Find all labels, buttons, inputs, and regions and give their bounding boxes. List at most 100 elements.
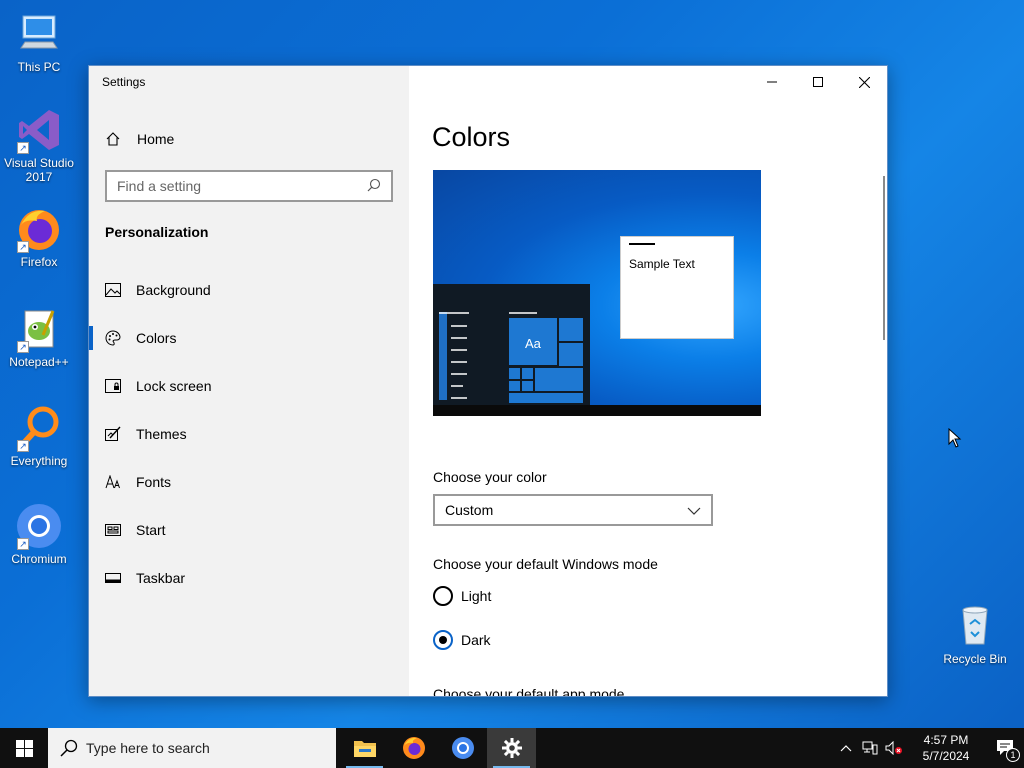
preview-sample-window: Sample Text	[620, 236, 734, 339]
radio-light-mode[interactable]: Light	[433, 586, 491, 606]
windows-logo-icon	[15, 739, 33, 757]
nav-item-label: Background	[136, 282, 211, 298]
preview-start-menu: Aa	[433, 284, 590, 405]
shortcut-arrow-icon: ↗	[17, 241, 29, 253]
volume-muted-icon	[885, 741, 902, 755]
desktop-icon-notepadpp[interactable]: ↗ Notepad++	[0, 305, 78, 369]
lock-screen-icon	[105, 378, 121, 394]
desktop-icon-label: Notepad++	[9, 355, 69, 369]
desktop-icon-firefox[interactable]: ↗ Firefox	[0, 205, 78, 269]
notification-badge: 1	[1006, 748, 1020, 762]
desktop-icon-label: Everything	[10, 454, 68, 468]
windows-mode-label: Choose your default Windows mode	[433, 556, 658, 572]
desktop-icon-label: Recycle Bin	[943, 652, 1007, 666]
firefox-icon	[402, 737, 425, 759]
shortcut-arrow-icon: ↗	[17, 538, 29, 550]
gear-icon	[501, 738, 522, 758]
settings-content: Colors Aa Sample Text Choose your color …	[409, 66, 887, 696]
taskbar-file-explorer[interactable]	[340, 728, 389, 768]
nav-item-taskbar[interactable]: Taskbar	[89, 554, 409, 602]
recycle-bin-icon	[951, 602, 999, 650]
content-scrollbar[interactable]	[883, 176, 885, 340]
nav-home-label: Home	[137, 131, 175, 147]
choose-color-value: Custom	[445, 502, 494, 518]
choose-color-label: Choose your color	[433, 469, 547, 485]
themes-icon	[105, 426, 121, 442]
radio-circle	[433, 586, 453, 606]
palette-icon	[105, 330, 121, 346]
visual-studio-icon: ↗	[15, 106, 63, 154]
desktop-icon-this-pc[interactable]: This PC	[0, 10, 78, 74]
desktop-icon-label: Firefox	[20, 255, 58, 269]
chromium-icon	[451, 737, 474, 759]
settings-sidebar: Settings Home Personalization Background	[89, 66, 409, 696]
nav-item-colors[interactable]: Colors	[89, 314, 409, 362]
window-title: Settings	[102, 75, 146, 89]
start-icon	[105, 522, 121, 538]
computer-icon	[15, 10, 63, 58]
taskbar-chromium[interactable]	[438, 728, 487, 768]
radio-label: Dark	[461, 632, 491, 648]
notepadpp-icon: ↗	[15, 305, 63, 353]
clock[interactable]: 4:57 PM 5/7/2024	[912, 732, 980, 764]
start-button[interactable]	[0, 728, 48, 768]
system-tray: 4:57 PM 5/7/2024 1	[834, 728, 1024, 768]
image-icon	[105, 282, 121, 298]
desktop-icon-label: This PC	[17, 60, 61, 74]
settings-window: Settings Home Personalization Background	[88, 65, 888, 697]
taskbar-firefox[interactable]	[389, 728, 438, 768]
network-icon	[862, 741, 878, 755]
show-hidden-icons-button[interactable]	[834, 728, 858, 768]
radio-label: Light	[461, 588, 492, 604]
nav-item-label: Fonts	[136, 474, 172, 490]
nav-item-start[interactable]: Start	[89, 506, 409, 554]
sample-title-bar	[629, 243, 655, 245]
preview-taskbar	[433, 405, 761, 416]
desktop-icon-recycle-bin[interactable]: Recycle Bin	[936, 602, 1014, 666]
nav-item-label: Lock screen	[136, 378, 212, 394]
nav-item-label: Taskbar	[136, 570, 186, 586]
taskbar: 4:57 PM 5/7/2024 1	[0, 728, 1024, 768]
chromium-icon: ↗	[15, 502, 63, 550]
shortcut-arrow-icon: ↗	[17, 440, 29, 452]
fonts-icon	[105, 474, 121, 490]
nav-item-lock-screen[interactable]: Lock screen	[89, 362, 409, 410]
firefox-icon: ↗	[15, 205, 63, 253]
clock-date: 5/7/2024	[922, 749, 970, 763]
app-mode-label: Choose your default app mode	[433, 686, 625, 697]
desktop-icon-chromium[interactable]: ↗ Chromium	[0, 502, 78, 566]
taskbar-search[interactable]	[48, 728, 336, 768]
taskbar-icon	[105, 570, 121, 586]
theme-preview: Aa Sample Text	[433, 170, 761, 416]
taskbar-settings[interactable]	[487, 728, 536, 768]
nav-item-label: Start	[136, 522, 166, 538]
section-heading: Personalization	[105, 224, 209, 240]
nav-item-background[interactable]: Background	[89, 266, 409, 314]
desktop-icon-label: Chromium	[11, 552, 67, 566]
radio-circle	[433, 630, 453, 650]
clock-time: 4:57 PM	[923, 733, 969, 747]
everything-search-icon: ↗	[15, 404, 63, 452]
preview-tile-label: Aa	[525, 336, 541, 351]
network-button[interactable]	[858, 728, 882, 768]
personalization-nav: Background Colors Lock screen Themes Fon…	[89, 266, 409, 602]
radio-dark-mode[interactable]: Dark	[433, 630, 491, 650]
action-center-button[interactable]: 1	[988, 728, 1024, 768]
taskbar-search-input[interactable]	[86, 740, 316, 756]
nav-item-fonts[interactable]: Fonts	[89, 458, 409, 506]
nav-home[interactable]: Home	[105, 128, 174, 150]
desktop-icon-everything[interactable]: ↗ Everything	[0, 404, 78, 468]
home-icon	[105, 131, 121, 147]
desktop-icon-label: Visual Studio 2017	[4, 156, 74, 184]
volume-button[interactable]	[882, 728, 906, 768]
mouse-cursor-icon	[948, 428, 962, 448]
nav-item-themes[interactable]: Themes	[89, 410, 409, 458]
search-icon	[60, 739, 78, 757]
desktop-icon-visual-studio[interactable]: ↗ Visual Studio 2017	[0, 106, 78, 184]
nav-item-label: Colors	[136, 330, 177, 346]
nav-item-label: Themes	[136, 426, 187, 442]
chevron-down-icon	[687, 502, 701, 518]
choose-color-dropdown[interactable]: Custom	[433, 494, 713, 526]
search-icon[interactable]	[367, 178, 381, 195]
find-setting-input[interactable]	[117, 178, 367, 194]
